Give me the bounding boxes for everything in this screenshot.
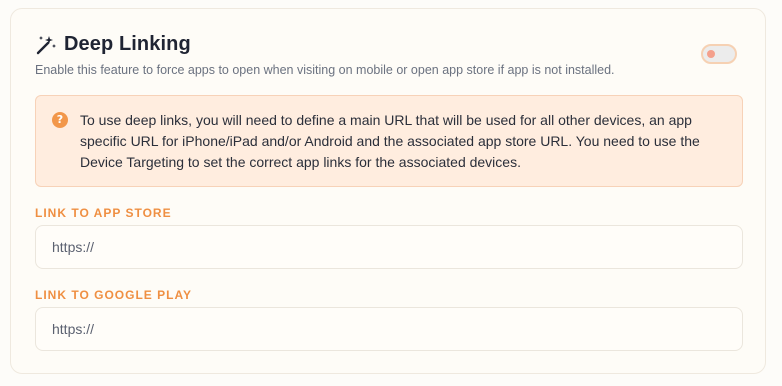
page-title: Deep Linking [64, 33, 191, 55]
deep-linking-card: Deep Linking Enable this feature to forc… [10, 8, 766, 374]
card-header: Deep Linking [35, 33, 191, 56]
notice-text: To use deep links, you will need to defi… [80, 112, 700, 170]
question-icon: ? [52, 112, 68, 128]
google-play-link-input[interactable] [35, 307, 743, 351]
app-store-link-input[interactable] [35, 225, 743, 269]
page-subtitle: Enable this feature to force apps to ope… [35, 63, 615, 77]
deep-linking-toggle[interactable] [701, 44, 737, 64]
google-play-label: LINK TO GOOGLE PLAY [35, 288, 193, 302]
toggle-knob [707, 50, 715, 58]
app-store-label: LINK TO APP STORE [35, 206, 172, 220]
info-notice: ? To use deep links, you will need to de… [35, 95, 743, 187]
magic-wand-icon [35, 34, 57, 56]
